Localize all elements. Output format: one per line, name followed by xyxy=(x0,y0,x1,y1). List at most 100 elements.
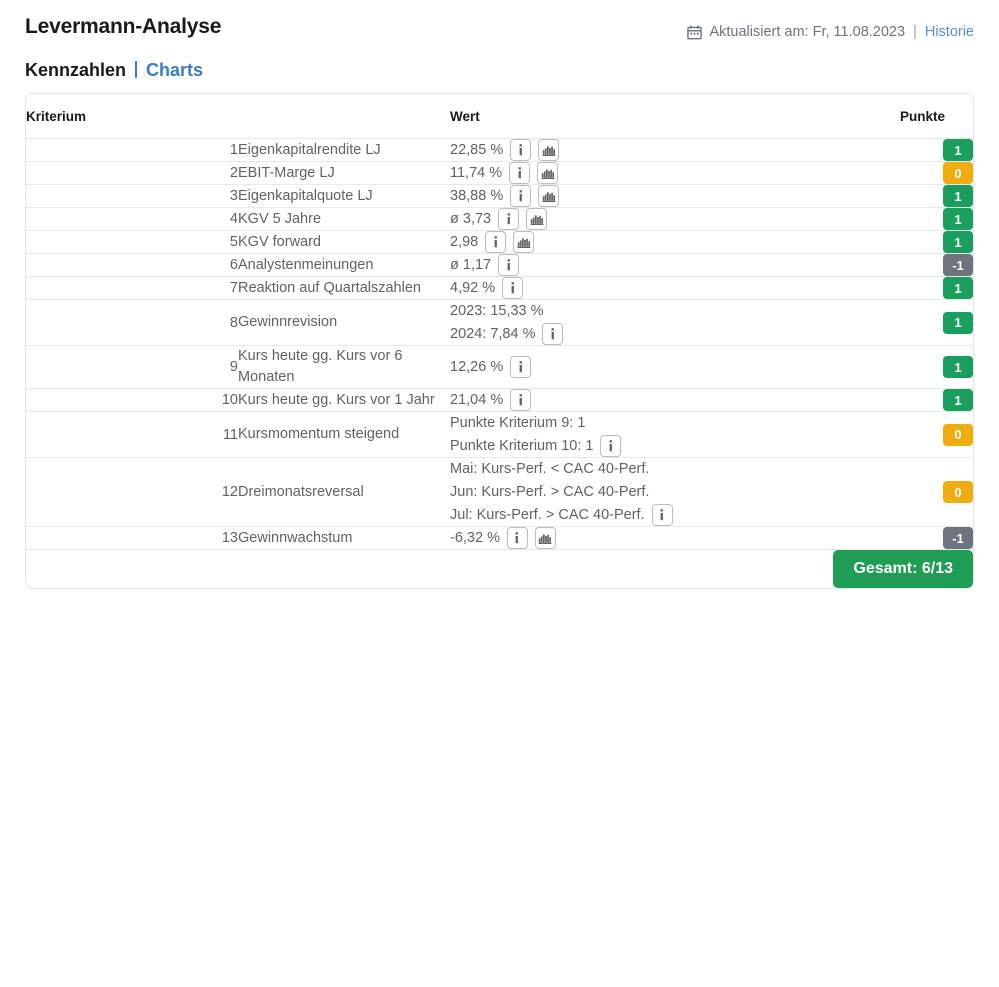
points-badge: 1 xyxy=(943,139,973,161)
value-line: 11,74 % xyxy=(450,162,900,184)
criterion-label: Gewinnrevision xyxy=(238,299,450,346)
table-row: 13 Gewinnwachstum -6,32 % -1 xyxy=(26,526,973,550)
criterion-value: 12,26 % xyxy=(450,345,900,389)
row-number: 11 xyxy=(26,411,238,458)
criterion-label: Eigenkapitalrendite LJ xyxy=(238,138,450,162)
value-line: 2,98 xyxy=(450,231,900,253)
value-text: 11,74 % xyxy=(450,165,503,181)
info-icon[interactable] xyxy=(506,527,528,549)
criterion-value: 2023: 15,33 % 2024: 7,84 % xyxy=(450,299,900,346)
criterion-value: 4,92 % xyxy=(450,276,900,300)
table-row: 5 KGV forward 2,98 1 xyxy=(26,230,973,254)
points-badge: 1 xyxy=(943,277,973,299)
info-icon[interactable] xyxy=(510,389,532,411)
points-cell: 1 xyxy=(900,230,973,254)
points-badge: -1 xyxy=(943,527,973,549)
table-row: 3 Eigenkapitalquote LJ 38,88 % 1 xyxy=(26,184,973,208)
value-line: 38,88 % xyxy=(450,185,900,207)
table-head: Kriterium Wert Punkte xyxy=(26,94,973,139)
chart-icon[interactable] xyxy=(537,162,559,184)
value-text: 2,98 xyxy=(450,234,479,250)
value-text: 12,26 % xyxy=(450,359,504,375)
value-line: ø 1,17 xyxy=(450,254,900,276)
table-header-row: Kriterium Wert Punkte xyxy=(26,94,973,139)
value-line: 4,92 % xyxy=(450,277,900,299)
chart-icon[interactable] xyxy=(513,231,535,253)
value-text: ø 1,17 xyxy=(450,257,492,273)
points-badge: 1 xyxy=(943,231,973,253)
total-score-badge: Gesamt: 6/13 xyxy=(833,550,973,588)
points-cell: 0 xyxy=(900,411,973,458)
value-text: Punkte Kriterium 9: 1 xyxy=(450,415,586,431)
chart-icon[interactable] xyxy=(534,527,556,549)
value-line: 22,85 % xyxy=(450,139,900,161)
table-row: 10 Kurs heute gg. Kurs vor 1 Jahr 21,04 % 1 xyxy=(26,388,973,412)
table-row: 2 EBIT-Marge LJ 11,74 % 0 xyxy=(26,161,973,185)
criterion-value: ø 1,17 xyxy=(450,253,900,277)
info-icon[interactable] xyxy=(510,185,532,207)
total-cell: Gesamt: 6/13 xyxy=(26,550,973,588)
chart-icon[interactable] xyxy=(538,185,560,207)
criterion-value: 21,04 % xyxy=(450,388,900,412)
value-line: Jun: Kurs-Perf. > CAC 40-Perf. xyxy=(450,481,900,503)
info-icon[interactable] xyxy=(498,254,520,276)
criteria-table-card: Kriterium Wert Punkte 1 Eigenkapitalrendi… xyxy=(25,93,974,589)
history-link[interactable]: Historie xyxy=(925,22,974,42)
points-badge: 0 xyxy=(943,481,973,503)
criterion-label: Kurs heute gg. Kurs vor 1 Jahr xyxy=(238,388,450,412)
table-row: 6 Analystenmeinungen ø 1,17 -1 xyxy=(26,253,973,277)
value-text: 4,92 % xyxy=(450,280,496,296)
points-badge: 1 xyxy=(943,208,973,230)
points-badge: 1 xyxy=(943,389,973,411)
header-separator: | xyxy=(913,24,917,40)
criterion-label: KGV forward xyxy=(238,230,450,254)
row-number: 9 xyxy=(26,345,238,389)
calendar-icon xyxy=(687,25,703,40)
criterion-value: -6,32 % xyxy=(450,526,900,550)
value-line: 2023: 15,33 % xyxy=(450,300,900,322)
levermann-analysis-page: Levermann-Analyse Aktualisiert am: Fr, 1… xyxy=(0,0,999,987)
row-number: 4 xyxy=(26,207,238,231)
table-row: 12 Dreimonatsreversal Mai: Kurs-Perf. < CA… xyxy=(26,457,973,527)
tab-charts[interactable]: Charts xyxy=(146,58,203,82)
points-badge: 1 xyxy=(943,356,973,378)
criterion-label: Gewinnwachstum xyxy=(238,526,450,550)
points-badge: 1 xyxy=(943,311,973,334)
tab-kennzahlen[interactable]: Kennzahlen xyxy=(25,58,126,82)
row-number: 6 xyxy=(26,253,238,277)
info-icon[interactable] xyxy=(485,231,507,253)
value-text: 38,88 % xyxy=(450,188,504,204)
chart-icon[interactable] xyxy=(538,139,560,161)
criterion-value: Mai: Kurs-Perf. < CAC 40-Perf. Jun: Kurs-… xyxy=(450,457,900,527)
value-text: 21,04 % xyxy=(450,392,504,408)
column-header-value: Wert xyxy=(450,94,900,139)
value-text: Mai: Kurs-Perf. < CAC 40-Perf. xyxy=(450,461,650,477)
info-icon[interactable] xyxy=(502,277,524,299)
criterion-value: 38,88 % xyxy=(450,184,900,208)
points-cell: -1 xyxy=(900,253,973,277)
points-cell: 1 xyxy=(900,207,973,231)
row-number: 10 xyxy=(26,388,238,412)
table-row: 7 Reaktion auf Quartalszahlen 4,92 % 1 xyxy=(26,276,973,300)
row-number: 13 xyxy=(26,526,238,550)
value-text: ø 3,73 xyxy=(450,211,492,227)
row-number: 7 xyxy=(26,276,238,300)
row-number: 2 xyxy=(26,161,238,185)
value-line: Mai: Kurs-Perf. < CAC 40-Perf. xyxy=(450,458,900,480)
info-icon[interactable] xyxy=(509,162,531,184)
criterion-label: Analystenmeinungen xyxy=(238,253,450,277)
info-icon[interactable] xyxy=(510,356,532,378)
info-icon[interactable] xyxy=(542,323,564,345)
info-icon[interactable] xyxy=(600,435,622,457)
table-row: 9 Kurs heute gg. Kurs vor 6 Monaten 12,26 … xyxy=(26,345,973,389)
value-text: Jun: Kurs-Perf. > CAC 40-Perf. xyxy=(450,484,650,500)
info-icon[interactable] xyxy=(651,504,673,526)
info-icon[interactable] xyxy=(498,208,520,230)
points-cell: -1 xyxy=(900,526,973,550)
info-icon[interactable] xyxy=(510,139,532,161)
chart-icon[interactable] xyxy=(526,208,548,230)
points-cell: 1 xyxy=(900,276,973,300)
row-number: 1 xyxy=(26,138,238,162)
page-title: Levermann-Analyse xyxy=(25,15,222,38)
value-line: 2024: 7,84 % xyxy=(450,323,900,345)
